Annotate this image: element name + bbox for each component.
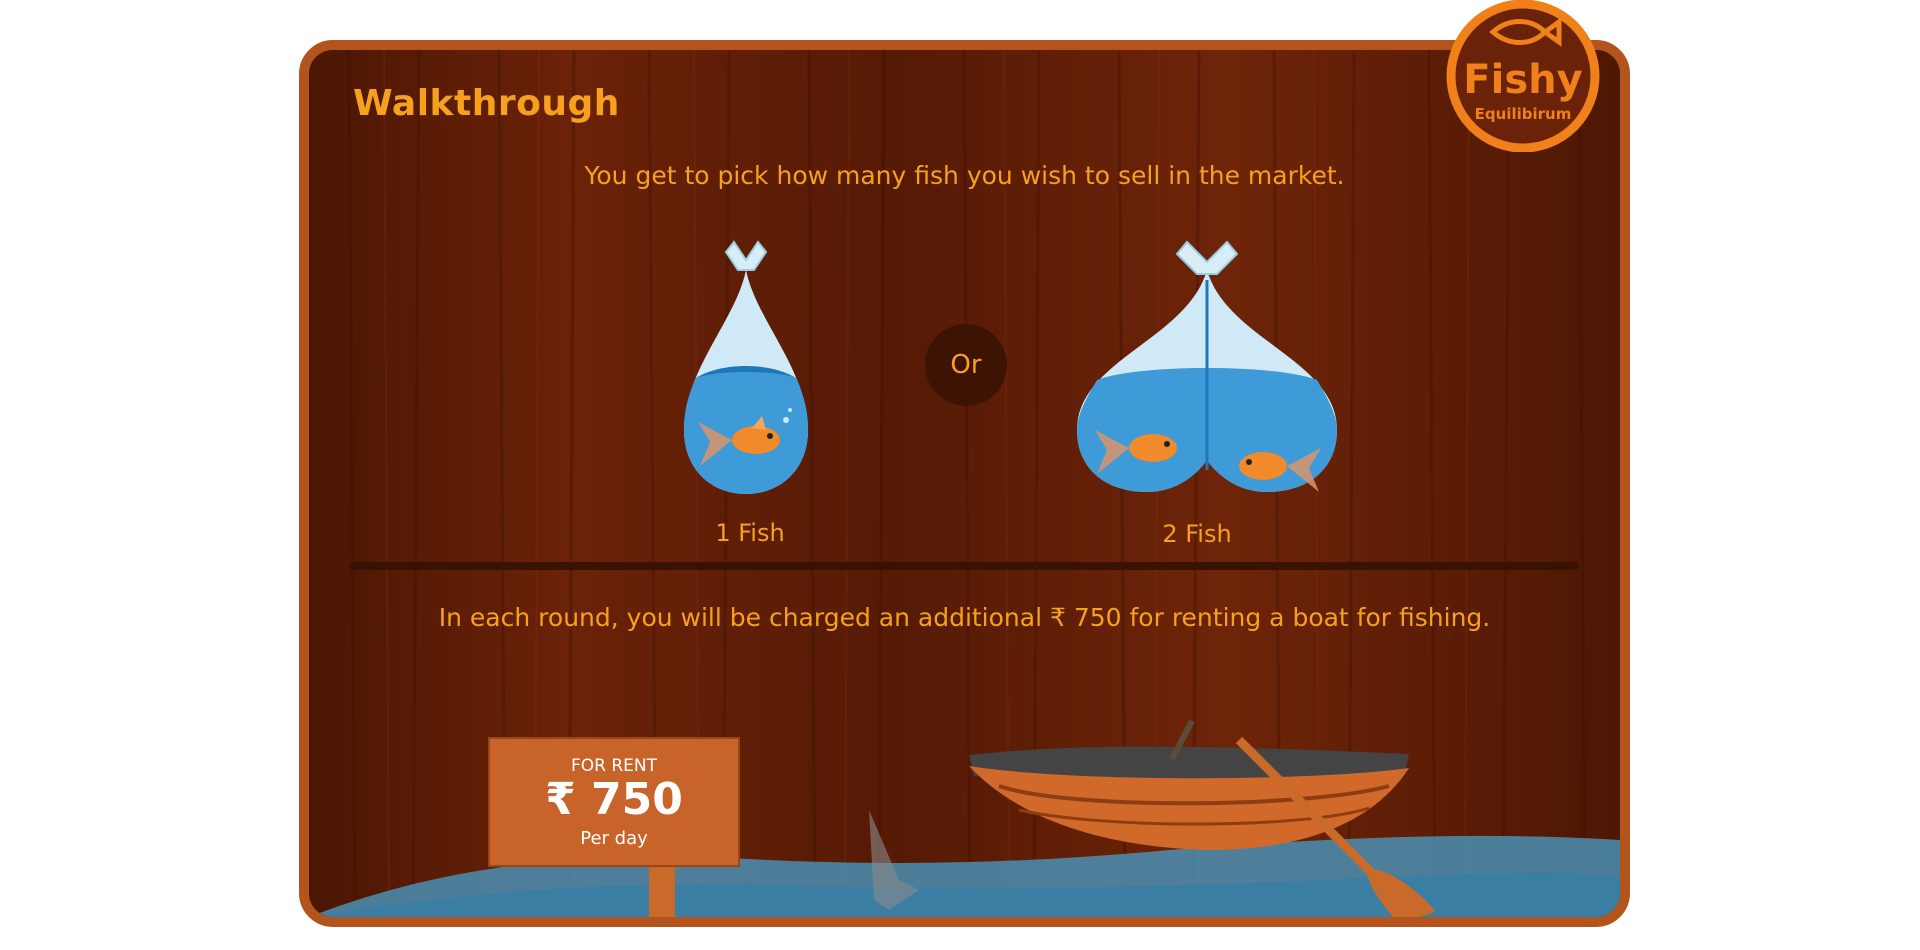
section-divider bbox=[349, 562, 1579, 570]
sign-unit: Per day bbox=[580, 828, 648, 849]
page-title: Walkthrough bbox=[353, 83, 620, 124]
walkthrough-panel: Walkthrough You get to pick how many fis… bbox=[299, 40, 1630, 927]
intro-text: You get to pick how many fish you wish t… bbox=[584, 161, 1345, 190]
option-label-2-fish: 2 Fish bbox=[1162, 520, 1232, 548]
logo-subtitle: Equilibirum bbox=[1475, 105, 1572, 123]
sign-title: FOR RENT bbox=[571, 756, 658, 776]
fish-bag-icon bbox=[1077, 240, 1337, 492]
rent-text: In each round, you will be charged an ad… bbox=[438, 603, 1491, 632]
logo-title: Fishy bbox=[1463, 57, 1582, 103]
lake-scene: FOR RENT ₹ 750 Per day bbox=[309, 720, 1620, 917]
sign-price: ₹ 750 bbox=[545, 774, 683, 825]
game-logo: Fishy Equilibirum bbox=[1446, 0, 1600, 152]
fish-bag-icon bbox=[684, 240, 808, 494]
option-label-1-fish: 1 Fish bbox=[715, 519, 785, 547]
or-badge: Or bbox=[925, 324, 1007, 406]
